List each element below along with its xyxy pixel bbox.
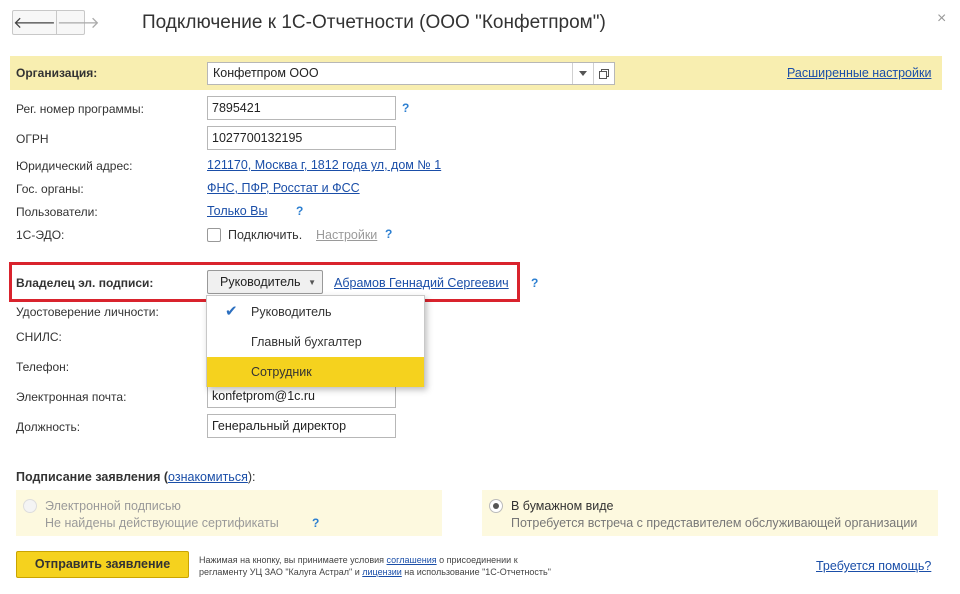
window-title: Подключение к 1С-Отчетности (ООО "Конфет… <box>142 12 606 33</box>
position-label: Должность: <box>16 420 81 434</box>
electronic-signature-note: Не найдены действующие сертификаты <box>45 516 279 530</box>
electronic-signature-radio[interactable] <box>23 499 37 513</box>
ogrn-field[interactable]: 1027700132195 <box>207 126 396 150</box>
checkmark-icon: ✔ <box>225 303 238 320</box>
gov-label: Гос. органы: <box>16 182 84 196</box>
signer-help-icon[interactable]: ? <box>531 276 538 290</box>
chevron-down-icon <box>579 71 587 76</box>
position-field[interactable]: Генеральный директор <box>207 414 396 438</box>
organization-value: Конфетпром ООО <box>213 66 319 80</box>
back-button[interactable]: 🡐 <box>13 11 56 34</box>
reg-number-field[interactable]: 7895421 <box>207 96 396 120</box>
role-option-chief-accountant[interactable]: Главный бухгалтер <box>207 327 424 357</box>
id-doc-label: Удостоверение личности: <box>16 305 159 319</box>
edo-checkbox-label[interactable]: Подключить. <box>228 228 302 242</box>
email-field[interactable]: konfetprom@1c.ru <box>207 384 396 408</box>
signing-heading: Подписание заявления (ознакомиться): <box>16 470 255 484</box>
role-option-label: Руководитель <box>251 305 332 319</box>
role-option-label: Главный бухгалтер <box>251 335 362 349</box>
arrow-left-icon: 🡐 <box>13 15 56 32</box>
address-link[interactable]: 121170, Москва г, 1812 года ул, дом № 1 <box>207 158 441 172</box>
need-help-link[interactable]: Требуется помощь? <box>816 559 931 573</box>
signing-heading-close: ): <box>247 470 256 484</box>
terms-text: регламенту УЦ ЗАО "Калуга Астрал" и <box>199 567 363 577</box>
paper-note: Потребуется встреча с представителем обс… <box>511 516 918 530</box>
forward-button[interactable]: 🡒 <box>55 11 100 34</box>
address-label: Юридический адрес: <box>16 159 133 173</box>
edo-settings-link[interactable]: Настройки <box>316 228 377 242</box>
reg-number-help-icon[interactable]: ? <box>402 101 409 115</box>
close-icon: × <box>937 10 947 27</box>
send-application-button[interactable]: Отправить заявление <box>16 551 189 578</box>
role-option-employee[interactable]: Сотрудник <box>207 357 424 387</box>
organization-select[interactable]: Конфетпром ООО <box>207 62 615 85</box>
users-link[interactable]: Только Вы <box>207 204 268 218</box>
organization-open-button[interactable] <box>593 63 614 84</box>
advanced-settings-link[interactable]: Расширенные настройки <box>787 66 931 80</box>
signer-label: Владелец эл. подписи: <box>16 276 154 290</box>
chevron-down-icon: ▼ <box>308 278 316 287</box>
email-label: Электронная почта: <box>16 390 127 404</box>
reg-number-label: Рег. номер программы: <box>16 102 144 116</box>
gov-link[interactable]: ФНС, ПФР, Росстат и ФСС <box>207 181 360 195</box>
nav-buttons: 🡐 🡒 <box>12 10 100 35</box>
phone-label: Телефон: <box>16 360 70 374</box>
organization-dropdown-button[interactable] <box>572 63 593 84</box>
edo-checkbox[interactable] <box>207 228 221 242</box>
terms-note-line2: регламенту УЦ ЗАО "Калуга Астрал" и лице… <box>199 567 551 577</box>
paper-title: В бумажном виде <box>511 499 614 513</box>
ogrn-label: ОГРН <box>16 132 49 146</box>
users-help-icon[interactable]: ? <box>296 204 303 218</box>
close-button[interactable]: × <box>937 10 946 28</box>
open-window-icon <box>599 68 609 79</box>
agreement-link[interactable]: соглашения <box>387 555 437 565</box>
license-link[interactable]: лицензии <box>362 567 402 577</box>
signer-role-dropdown: ✔ Руководитель Главный бухгалтер Сотрудн… <box>206 295 425 387</box>
terms-note-line1: Нажимая на кнопку, вы принимаете условия… <box>199 555 518 565</box>
signer-role-value: Руководитель <box>220 275 301 289</box>
snils-label: СНИЛС: <box>16 330 62 344</box>
signer-person-link[interactable]: Абрамов Геннадий Сергеевич <box>334 276 509 290</box>
arrow-right-icon: 🡒 <box>56 15 100 32</box>
paper-radio[interactable] <box>489 499 503 513</box>
electronic-signature-title: Электронной подписью <box>45 499 181 513</box>
role-option-director[interactable]: ✔ Руководитель <box>207 297 424 327</box>
edo-help-icon[interactable]: ? <box>385 227 392 241</box>
organization-label: Организация: <box>16 66 98 80</box>
terms-text: о присоединении к <box>436 555 518 565</box>
terms-text: Нажимая на кнопку, вы принимаете условия <box>199 555 387 565</box>
signing-details-link[interactable]: ознакомиться <box>168 470 248 484</box>
electronic-help-icon[interactable]: ? <box>312 516 319 530</box>
users-label: Пользователи: <box>16 205 98 219</box>
role-option-label: Сотрудник <box>251 365 312 379</box>
signer-role-select[interactable]: Руководитель ▼ <box>207 270 323 294</box>
signing-heading-text: Подписание заявления ( <box>16 470 169 484</box>
terms-text: на использование "1С-Отчетность" <box>401 567 551 577</box>
edo-label: 1С-ЭДО: <box>16 228 65 242</box>
